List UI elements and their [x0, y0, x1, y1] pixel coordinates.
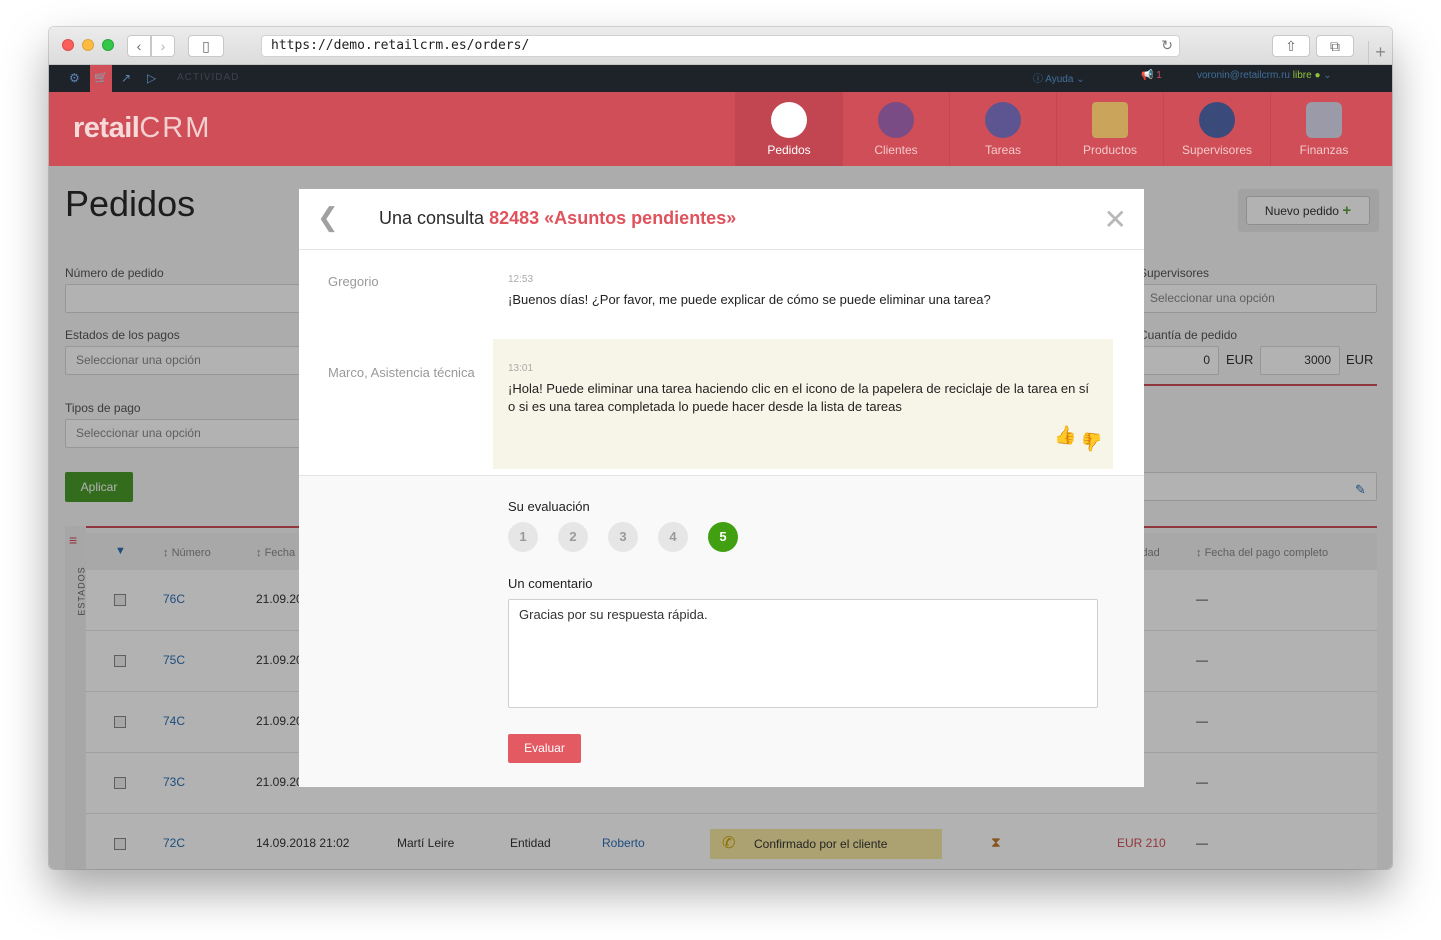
message-text-line2: o si es una tarea completada lo puede ha… [508, 399, 902, 414]
modal-title: Una consulta 82483 «Asuntos pendientes» [379, 208, 737, 228]
url-text: https://demo.retailcrm.es/orders/ [271, 38, 530, 53]
nav-finanzas[interactable]: Finanzas [1270, 92, 1377, 166]
nav-clientes[interactable]: Clientes [842, 92, 949, 166]
logo[interactable]: retailCRM [73, 112, 211, 145]
finance-icon [1306, 102, 1342, 138]
comment-label: Un comentario [508, 576, 593, 591]
app-top-bar: ⚙ 🛒 ↗ ▷ ACTIVIDAD ⓘ Ayuda ⌄ 📢 1 voronin@… [49, 65, 1392, 92]
minimize-window-button[interactable] [82, 39, 94, 51]
cart-icon [771, 102, 807, 138]
comment-textarea[interactable]: Gracias por su respuesta rápida. [508, 599, 1098, 708]
thumbs-down-icon[interactable]: 👍 [1081, 431, 1103, 452]
nav-tareas[interactable]: Tareas [949, 92, 1056, 166]
rating-option-4[interactable]: 4 [658, 522, 688, 552]
nav-supervisores[interactable]: Supervisores [1163, 92, 1270, 166]
message-author: Gregorio [328, 274, 379, 289]
supervisor-avatar-icon [1199, 102, 1235, 138]
browser-window: ‹ › ▯ https://demo.retailcrm.es/orders/ … [49, 27, 1392, 869]
message-time: 13:01 [508, 363, 534, 374]
user-menu[interactable]: voronin@retailcrm.ru libre ● ⌄ [1197, 70, 1332, 81]
help-label: Ayuda [1045, 74, 1074, 85]
chevron-left-icon[interactable]: ❮ [317, 203, 339, 233]
evaluate-button[interactable]: Evaluar [508, 734, 581, 763]
rating-option-5[interactable]: 5 [708, 522, 738, 552]
client-avatar-icon [878, 102, 914, 138]
new-tab-icon[interactable]: + [1368, 41, 1392, 65]
rating-option-1[interactable]: 1 [508, 522, 538, 552]
main-header: retailCRM Pedidos Clientes Tareas Produc… [49, 92, 1392, 166]
chart-icon[interactable]: ↗ [121, 71, 131, 85]
tasks-icon [985, 102, 1021, 138]
address-bar[interactable]: https://demo.retailcrm.es/orders/ ↻ [261, 35, 1180, 57]
help-menu[interactable]: ⓘ Ayuda ⌄ [1033, 70, 1085, 85]
ticket-subject: «Asuntos pendientes» [544, 208, 737, 228]
close-icon[interactable]: ✕ [1104, 203, 1127, 236]
message-time: 12:53 [508, 274, 534, 285]
cart-icon[interactable]: 🛒 [90, 65, 112, 92]
browser-toolbar: ‹ › ▯ https://demo.retailcrm.es/orders/ … [49, 27, 1392, 65]
notifications-count: 1 [1156, 70, 1162, 81]
sidebar-toggle-icon[interactable]: ▯ [188, 35, 224, 57]
rating-option-3[interactable]: 3 [608, 522, 638, 552]
message-text-line1: ¡Hola! Puede eliminar una tarea haciendo… [508, 381, 1090, 396]
message-author: Marco, Asistencia técnica [328, 365, 475, 380]
reload-icon[interactable]: ↻ [1161, 36, 1173, 56]
nav-pedidos[interactable]: Pedidos [735, 92, 842, 166]
notifications[interactable]: 📢 1 [1141, 70, 1162, 81]
chevron-left-icon[interactable]: ‹ [127, 35, 151, 57]
nav-productos[interactable]: Productos [1056, 92, 1163, 166]
activity-label[interactable]: ACTIVIDAD [177, 72, 239, 83]
ticket-modal: ❮ Una consulta 82483 «Asuntos pendientes… [299, 189, 1144, 787]
share-icon[interactable]: ⇧ [1272, 35, 1310, 57]
chevron-right-icon[interactable]: › [151, 35, 175, 57]
close-window-button[interactable] [62, 39, 74, 51]
ticket-id: 82483 [489, 208, 540, 228]
box-icon [1092, 102, 1128, 138]
rating-option-2[interactable]: 2 [558, 522, 588, 552]
gear-icon[interactable]: ⚙ [69, 71, 80, 85]
modal-header: ❮ Una consulta 82483 «Asuntos pendientes… [299, 189, 1144, 250]
thumbs-up-icon[interactable]: 👍 [1054, 425, 1076, 446]
user-status: libre [1292, 70, 1312, 81]
user-email: voronin@retailcrm.ru [1197, 70, 1290, 81]
support-answer: 13:01 ¡Hola! Puede eliminar una tarea ha… [493, 339, 1113, 469]
zoom-window-button[interactable] [102, 39, 114, 51]
tabs-overview-icon[interactable]: ⧉ [1316, 35, 1354, 57]
message-text: ¡Buenos días! ¿Por favor, me puede expli… [508, 292, 991, 307]
play-icon[interactable]: ▷ [147, 71, 156, 85]
rating-label: Su evaluación [508, 499, 590, 514]
